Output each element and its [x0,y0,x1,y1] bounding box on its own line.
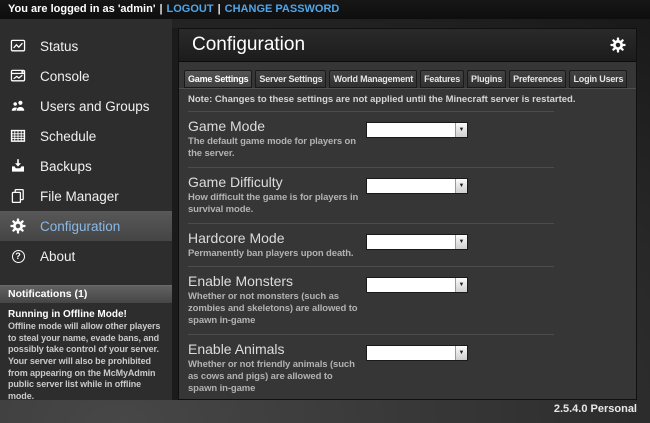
sidebar-item-label: Users and Groups [40,99,150,114]
sidebar-item-label: Console [40,69,90,84]
file-manager-icon [10,188,26,204]
tab-server-settings[interactable]: Server Settings [255,70,326,88]
notifications-panel: Running in Offline Mode! Offline mode wi… [0,303,172,400]
sidebar-item-label: Configuration [40,219,120,234]
sidebar-item-label: Backups [40,159,92,174]
dropdown-arrow-icon: ▼ [455,235,467,249]
notification-title: Running in Offline Mode! [8,309,164,320]
sidebar: Status Console [0,19,172,400]
game-difficulty-select[interactable]: ▼ [366,178,468,194]
backups-icon [10,158,26,174]
hardcore-mode-select[interactable]: ▼ [366,234,468,250]
restart-note: Note: Changes to these settings are not … [179,89,636,111]
enable-animals-select[interactable]: ▼ [366,345,468,361]
game-mode-select[interactable]: ▼ [366,122,468,138]
notifications-header[interactable]: Notifications (1) [0,285,172,303]
setting-enable-monsters: Enable Monsters Whether or not monsters … [188,266,554,334]
sidebar-item-file-manager[interactable]: File Manager [0,181,172,211]
settings-list: Game Mode The default game mode for play… [179,111,636,400]
tab-bar: Game Settings Server Settings World Mana… [179,62,636,89]
sidebar-item-schedule[interactable]: Schedule [0,121,172,151]
sidebar-item-label: About [40,249,75,264]
sidebar-item-configuration[interactable]: Configuration [0,211,172,241]
dropdown-arrow-icon: ▼ [455,123,467,137]
sidebar-item-status[interactable]: Status [0,31,172,61]
setting-description: How difficult the game is for players in… [188,192,362,216]
top-bar: You are logged in as 'admin'|LOGOUT|CHAN… [0,0,650,19]
sidebar-item-users-and-groups[interactable]: Users and Groups [0,91,172,121]
panel-header: Configuration [179,29,636,62]
setting-game-difficulty: Game Difficulty How difficult the game i… [188,167,554,223]
dropdown-arrow-icon: ▼ [455,278,467,292]
sidebar-item-label: Schedule [40,129,96,144]
setting-hardcore-mode: Hardcore Mode Permanently ban players up… [188,223,554,267]
tab-features[interactable]: Features [420,70,464,88]
configuration-panel: Configuration Game Settings Server Setti… [178,28,637,400]
question-icon: ? [10,248,26,264]
tab-preferences[interactable]: Preferences [509,70,566,88]
tab-game-settings[interactable]: Game Settings [184,70,252,88]
sidebar-item-console[interactable]: Console [0,61,172,91]
enable-monsters-select[interactable]: ▼ [366,277,468,293]
notification-body: Offline mode will allow other players to… [8,321,164,400]
setting-description: Whether or not monsters (such as zombies… [188,291,362,327]
sidebar-item-label: File Manager [40,189,119,204]
schedule-icon [10,128,26,144]
setting-game-mode: Game Mode The default game mode for play… [188,111,554,167]
console-icon [10,68,26,84]
setting-description: Whether or not friendly animals (such as… [188,359,362,395]
setting-description: The default game mode for players on the… [188,136,362,160]
tab-login-users[interactable]: Login Users [569,70,627,88]
sidebar-item-label: Status [40,39,78,54]
sidebar-item-about[interactable]: ? About [0,241,172,271]
sidebar-item-backups[interactable]: Backups [0,151,172,181]
sidebar-menu: Status Console [0,19,172,271]
gear-icon [10,218,26,234]
logout-link[interactable]: LOGOUT [167,3,214,15]
change-password-link[interactable]: CHANGE PASSWORD [225,3,340,15]
separator: | [214,3,225,15]
setting-description: Permanently ban players upon death. [188,248,362,260]
version-label: 2.5.4.0 Personal [554,403,637,415]
status-icon [10,38,26,54]
gear-icon[interactable] [610,37,626,53]
logged-in-text: You are logged in as 'admin' [8,3,155,15]
separator: | [155,3,166,15]
setting-enable-animals: Enable Animals Whether or not friendly a… [188,334,554,400]
dropdown-arrow-icon: ▼ [455,346,467,360]
users-icon [10,98,26,114]
page-title: Configuration [179,34,610,56]
tab-world-management[interactable]: World Management [329,70,417,88]
tab-plugins[interactable]: Plugins [467,70,506,88]
dropdown-arrow-icon: ▼ [455,179,467,193]
